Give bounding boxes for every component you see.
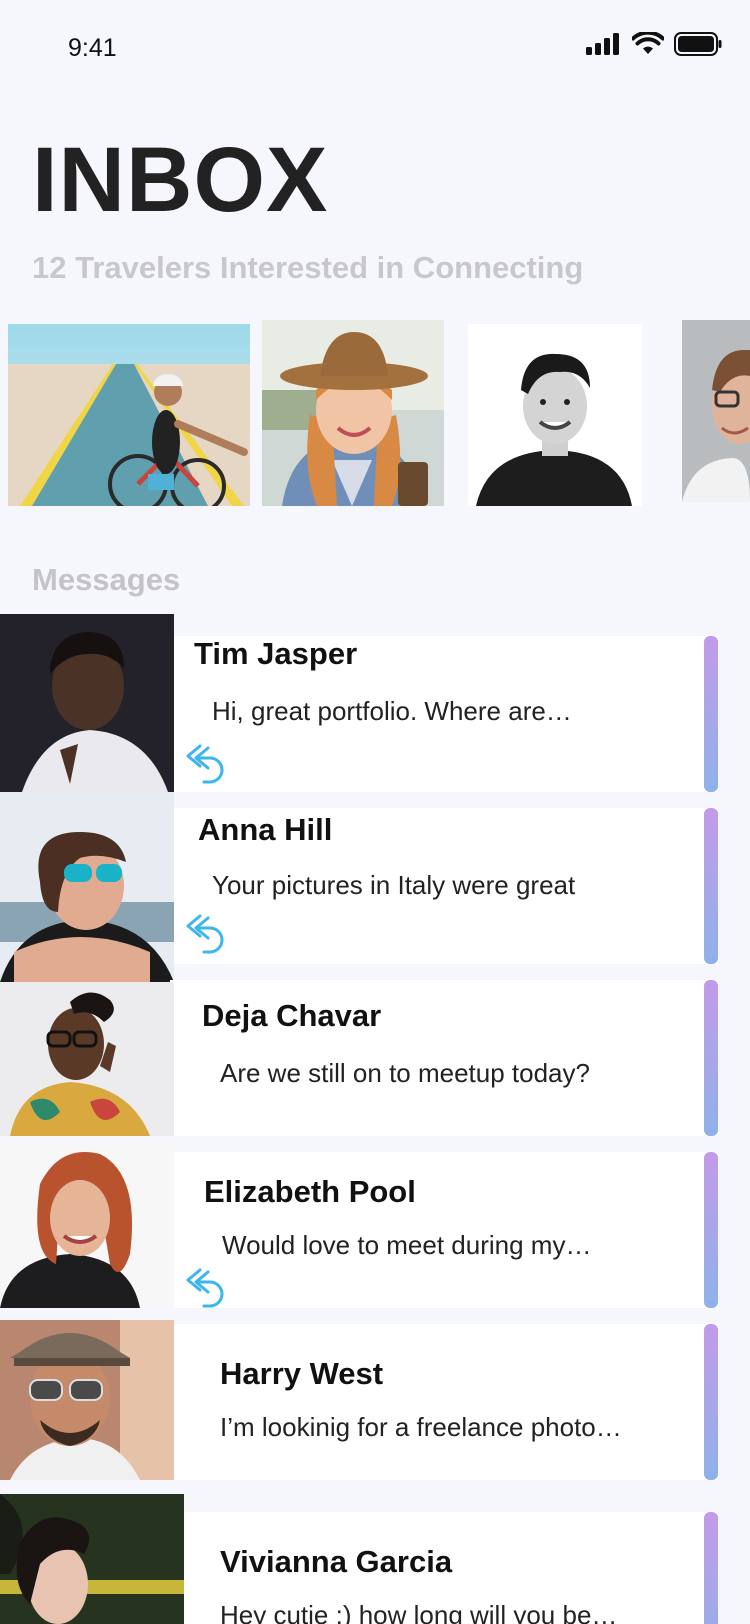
avatar [0,614,174,798]
message-row[interactable]: Harry West I’m lookinig for a freelance … [0,1320,718,1480]
status-bar: 9:41 [0,0,750,96]
messages-section-label: Messages [32,562,181,597]
traveler-photo-image [682,320,750,502]
message-row[interactable]: Elizabeth Pool Would love to meet during… [0,1144,718,1308]
message-preview: I’m lookinig for a freelance photo… [220,1412,622,1442]
message-row[interactable]: Anna Hill Your pictures in Italy were gr… [0,792,718,982]
avatar [0,982,174,1136]
message-row[interactable]: Deja Chavar Are we still on to meetup to… [0,980,718,1136]
avatar [0,1320,174,1480]
message-preview: Hey cutie :) how long will you be… [220,1600,618,1624]
message-preview: Would love to meet during my… [222,1230,592,1260]
message-sender-name: Anna Hill [198,812,333,847]
traveler-photo-image [262,320,444,506]
message-row[interactable]: Vivianna Garcia Hey cutie :) how long wi… [0,1494,718,1624]
unread-accent-bar [704,808,718,964]
message-sender-name: Harry West [220,1356,384,1391]
replied-icon [186,744,224,784]
replied-icon [186,914,224,954]
message-sender-name: Tim Jasper [194,636,358,671]
traveler-photo-image [468,324,642,506]
message-sender-name: Vivianna Garcia [220,1544,453,1579]
message-preview: Your pictures in Italy were great [212,870,576,900]
signal-icon [586,33,619,55]
status-icons [586,32,722,56]
traveler-photo[interactable] [262,320,444,506]
message-card[interactable] [170,1324,718,1480]
battery-icon [674,32,722,56]
page-title: INBOX [32,129,329,231]
unread-accent-bar [704,1152,718,1308]
message-preview: Are we still on to meetup today? [220,1058,590,1088]
traveler-photo[interactable] [8,324,250,506]
replied-icon [186,1268,224,1308]
traveler-photo[interactable] [682,320,750,502]
message-sender-name: Elizabeth Pool [204,1174,416,1209]
avatar [0,792,174,982]
avatar [0,1144,174,1308]
travelers-carousel[interactable] [0,318,750,508]
unread-accent-bar [704,1512,718,1624]
unread-accent-bar [704,980,718,1136]
wifi-icon [632,32,664,54]
message-sender-name: Deja Chavar [202,998,382,1033]
travelers-count-subtitle: 12 Travelers Interested in Connecting [32,250,584,285]
unread-accent-bar [704,1324,718,1480]
message-row[interactable]: Tim Jasper Hi, great portfolio. Where ar… [0,614,718,798]
avatar [0,1494,184,1624]
status-time: 9:41 [68,34,117,62]
message-preview: Hi, great portfolio. Where are… [212,696,572,726]
unread-accent-bar [704,636,718,792]
traveler-photo-image [8,324,250,506]
traveler-photo[interactable] [468,324,642,506]
